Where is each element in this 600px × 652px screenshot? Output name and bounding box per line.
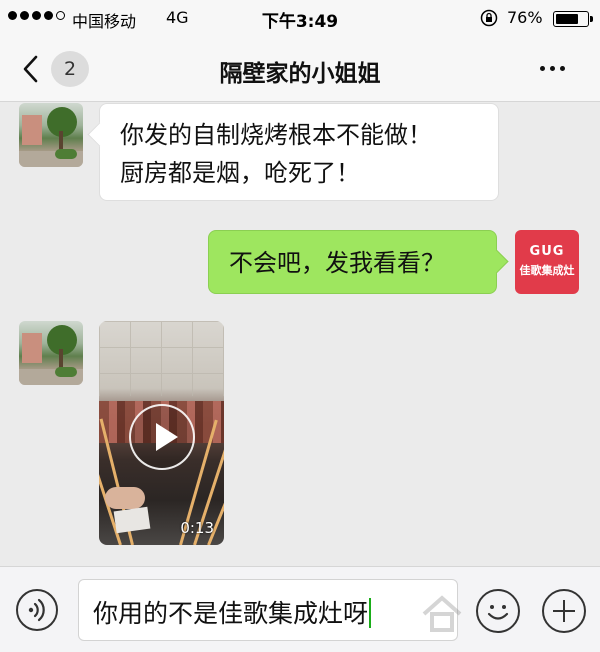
message-line: 厨房都是烟，呛死了！ [120, 159, 360, 187]
input-bar: 你用的不是佳歌集成灶呀 [0, 566, 600, 652]
contact-avatar[interactable] [19, 103, 83, 167]
watermark-house-icon [422, 595, 462, 632]
plus-icon[interactable] [542, 589, 586, 633]
more-icon[interactable] [540, 66, 565, 71]
message-input-value: 你用的不是佳歌集成灶呀 [93, 599, 369, 628]
video-duration: 0:13 [180, 519, 214, 537]
brand-name-text: 佳歌集成灶 [519, 264, 575, 277]
sent-message-bubble[interactable]: 不会吧，发我看看？ [208, 230, 497, 294]
emoji-icon[interactable] [476, 589, 520, 633]
received-message-bubble[interactable]: 你发的自制烧烤根本不能做！ 厨房都是烟，呛死了！ [99, 103, 499, 201]
my-avatar[interactable]: GUG 佳歌集成灶 [515, 230, 579, 294]
chat-title: 隔壁家的小姐姐 [219, 61, 381, 87]
message-line: 你发的自制烧烤根本不能做！ [120, 121, 432, 149]
battery-icon [553, 11, 593, 27]
message-input[interactable]: 你用的不是佳歌集成灶呀 [78, 579, 458, 641]
battery-percent: 76% [507, 8, 543, 27]
status-bar: 中国移动 4G 下午3:49 76% [0, 0, 600, 36]
text-caret [369, 598, 372, 628]
chat-header: 2 隔壁家的小姐姐 [0, 36, 600, 102]
voice-icon[interactable] [16, 589, 58, 631]
video-thumbnail [99, 321, 224, 396]
contact-avatar[interactable] [19, 321, 83, 385]
play-icon[interactable] [129, 404, 195, 470]
video-message[interactable]: 0:13 [99, 321, 224, 545]
rotation-lock-icon [480, 9, 498, 27]
brand-logo-text: GUG [529, 244, 565, 259]
